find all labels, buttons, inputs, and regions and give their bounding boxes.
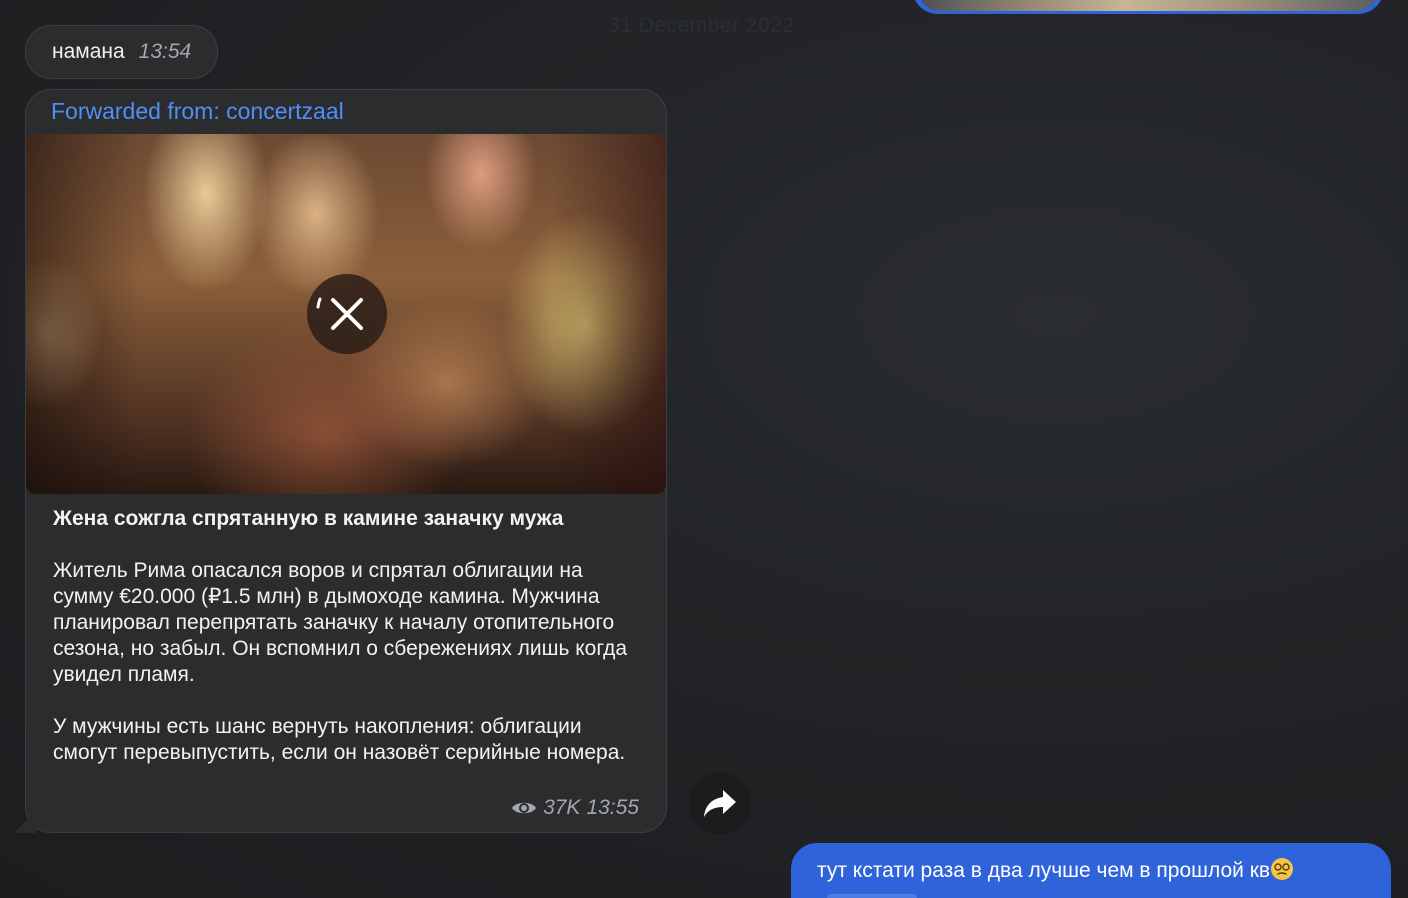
woozy-face-emoji-icon bbox=[1271, 858, 1294, 880]
message-meta: 37K 13:55 bbox=[511, 796, 639, 820]
article-paragraph-2: У мужчины есть шанс вернуть накопления: … bbox=[53, 715, 626, 764]
article-title: Жена сожгла спрятанную в камине заначку … bbox=[53, 507, 564, 530]
forwarded-message[interactable]: Forwarded from: concertzaal Жена сожгла … bbox=[14, 89, 667, 833]
share-arrow-icon bbox=[704, 790, 736, 817]
cancel-download-button[interactable] bbox=[307, 274, 387, 354]
message-time: 13:55 bbox=[586, 796, 639, 819]
date-separator: 31 December 2022 bbox=[608, 14, 795, 37]
views-count: 37K bbox=[543, 796, 581, 819]
eye-icon bbox=[512, 802, 537, 814]
outgoing-photo-thumbnail[interactable] bbox=[918, 0, 1378, 11]
share-button[interactable] bbox=[689, 772, 751, 834]
outgoing-photo-message[interactable] bbox=[912, 0, 1384, 14]
download-progress-arc bbox=[316, 297, 322, 309]
article-content: Жена сожгла спрятанную в камине заначку … bbox=[53, 506, 638, 766]
incoming-message[interactable]: намана 13:54 bbox=[25, 25, 219, 79]
outgoing-message[interactable]: тут кстати раза в два лучше чем в прошло… bbox=[791, 843, 1391, 898]
chat-area[interactable]: 31 December 2022 намана 13:54 Forwarded … bbox=[0, 0, 1408, 898]
bubble-tail bbox=[14, 811, 36, 833]
outgoing-message-preview bbox=[827, 894, 917, 898]
outgoing-message-line: тут кстати раза в два лучше чем в прошло… bbox=[817, 857, 1294, 883]
forwarded-from-link[interactable]: Forwarded from: concertzaal bbox=[51, 98, 344, 125]
message-time: 13:54 bbox=[138, 40, 192, 63]
message-text: намана bbox=[52, 40, 125, 63]
message-text: тут кстати раза в два лучше чем в прошло… bbox=[817, 859, 1271, 882]
forwarded-photo[interactable] bbox=[26, 134, 666, 494]
article-paragraph-1: Житель Рима опасался воров и спрятал обл… bbox=[53, 559, 628, 686]
